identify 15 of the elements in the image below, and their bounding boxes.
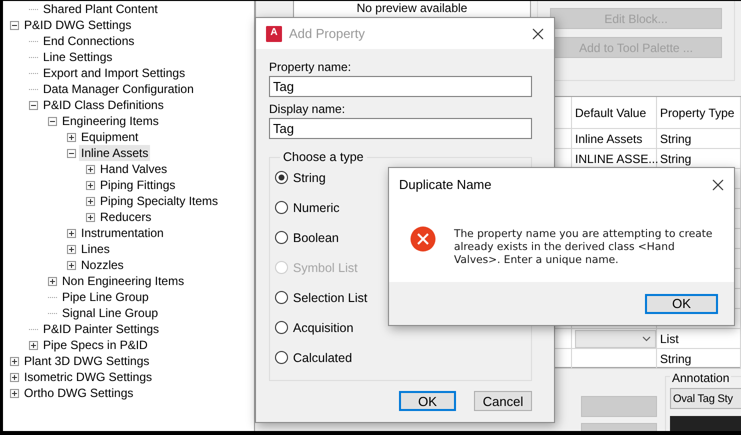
table-cell: INLINE ASSE...: [575, 152, 658, 166]
table-cell: String: [660, 132, 692, 146]
table-cell: String: [660, 152, 692, 166]
error-message: The property name you are attempting to create already exists in the derived class <Hand Valves>. Enter a unique name.: [454, 228, 714, 267]
table-cell: List: [660, 332, 679, 346]
group-label: Annotation: [670, 371, 732, 385]
dialog-title: Add Property: [289, 26, 366, 41]
table-cell: String: [660, 352, 692, 366]
field-label: Display name:: [269, 101, 346, 118]
table-cell: Inline Assets: [575, 132, 642, 146]
dialog-title: Duplicate Name: [399, 177, 492, 192]
group-label: Choose a type: [282, 150, 365, 164]
app-logo: A: [266, 26, 282, 42]
field-label: Property name:: [269, 59, 352, 76]
preview-message: No preview available: [356, 1, 468, 15]
